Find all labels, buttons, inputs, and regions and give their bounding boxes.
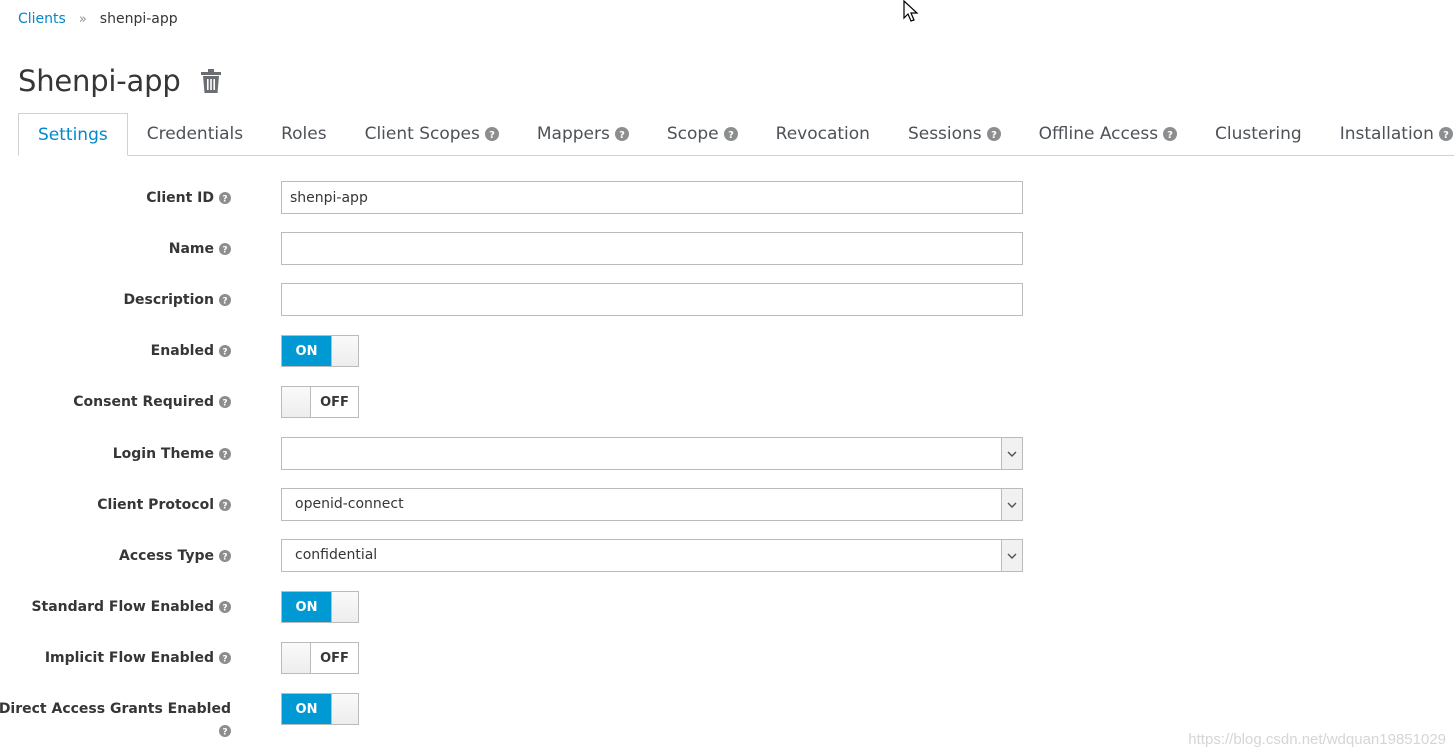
question-circle-icon[interactable]: ? [219,601,231,613]
form-row-access-type: Access Type ? confidential [0,539,1030,573]
field-label: Standard Flow Enabled [31,599,214,615]
svg-text:?: ? [222,246,227,256]
svg-text:?: ? [222,502,227,512]
form-row-consent-required: Consent Required ? OFF [0,385,1030,419]
question-circle-icon[interactable]: ? [219,192,231,204]
mouse-cursor-icon [903,0,921,24]
toggle-knob [331,336,358,366]
name-label: Name ? [169,232,231,266]
svg-text:?: ? [222,399,227,409]
toggle-knob [331,592,358,622]
form-row-client-id: Client ID ? [0,181,1030,215]
svg-text:?: ? [222,195,227,205]
toggle-state-text: ON [282,592,331,622]
question-circle-icon[interactable]: ? [219,550,231,562]
field-label: Implicit Flow Enabled [44,650,214,666]
question-circle-icon[interactable]: ? [219,448,231,460]
implicit-flow-label: Implicit Flow Enabled ? [45,641,231,675]
field-label: Client ID [146,190,214,206]
toggle-state-text: ON [282,694,331,724]
form-row-direct-access: Direct Access Grants Enabled ? ON [0,693,1030,737]
toggle-state-text: OFF [320,394,349,410]
form-row-name: Name ? [0,232,1030,266]
form-row-enabled: Enabled ? ON [0,334,1030,368]
standard-flow-toggle[interactable]: ON [281,591,359,623]
select-value: openid-connect [295,496,404,512]
toggle-state-text: ON [282,336,331,366]
description-label: Description ? [123,283,231,317]
svg-text:?: ? [222,655,227,665]
client-settings-form: Client ID ? Name ? Description ? Enabled [0,0,1454,756]
field-label: Login Theme [112,446,214,462]
access-type-select[interactable]: confidential [281,539,1023,572]
watermark: https://blog.csdn.net/wdquan19851029 [1188,731,1446,748]
form-row-standard-flow: Standard Flow Enabled ? ON [0,590,1030,624]
field-label: Enabled [150,343,214,359]
enabled-toggle[interactable]: ON [281,335,359,367]
field-label: Access Type [119,548,214,564]
direct-access-label: Direct Access Grants Enabled ? [0,693,231,741]
question-circle-icon[interactable]: ? [219,499,231,511]
client-settings-page: Clients » shenpi-app Shenpi-app Settings… [0,0,1454,756]
client-protocol-label: Client Protocol ? [97,488,231,522]
field-label: Direct Access Grants Enabled [0,701,231,717]
toggle-knob [282,643,311,673]
question-circle-icon[interactable]: ? [219,652,231,664]
form-row-description: Description ? [0,283,1030,317]
client-id-label: Client ID ? [146,181,231,215]
description-input[interactable] [281,283,1023,316]
field-label: Description [123,292,214,308]
svg-text:?: ? [222,451,227,461]
name-input[interactable] [281,232,1023,265]
question-circle-icon[interactable]: ? [219,345,231,357]
form-row-implicit-flow: Implicit Flow Enabled ? OFF [0,641,1030,675]
select-value: confidential [295,547,378,563]
form-row-client-protocol: Client Protocol ? openid-connect [0,488,1030,522]
toggle-state-text: OFF [320,650,349,666]
chevron-down-icon [1001,438,1022,469]
toggle-knob [331,694,358,724]
toggle-knob [282,387,311,417]
standard-flow-label: Standard Flow Enabled ? [31,590,231,624]
question-circle-icon[interactable]: ? [219,725,231,737]
form-row-login-theme: Login Theme ? [0,437,1030,471]
login-theme-label: Login Theme ? [113,437,231,471]
svg-text:?: ? [222,728,227,738]
direct-access-toggle[interactable]: ON [281,693,359,725]
question-circle-icon[interactable]: ? [219,294,231,306]
client-protocol-select[interactable]: openid-connect [281,488,1023,521]
svg-text:?: ? [222,348,227,358]
login-theme-select[interactable] [281,437,1023,470]
svg-text:?: ? [222,553,227,563]
consent-required-label: Consent Required ? [73,385,231,419]
field-label: Consent Required [73,394,214,410]
client-id-input[interactable] [281,181,1023,214]
access-type-label: Access Type ? [119,539,231,573]
field-label: Client Protocol [97,497,214,513]
svg-text:?: ? [222,297,227,307]
chevron-down-icon [1001,489,1022,520]
implicit-flow-toggle[interactable]: OFF [281,642,359,674]
question-circle-icon[interactable]: ? [219,396,231,408]
enabled-label: Enabled ? [151,334,231,368]
question-circle-icon[interactable]: ? [219,243,231,255]
svg-text:?: ? [222,604,227,614]
consent-required-toggle[interactable]: OFF [281,386,359,418]
chevron-down-icon [1001,540,1022,571]
field-label: Name [168,241,214,257]
